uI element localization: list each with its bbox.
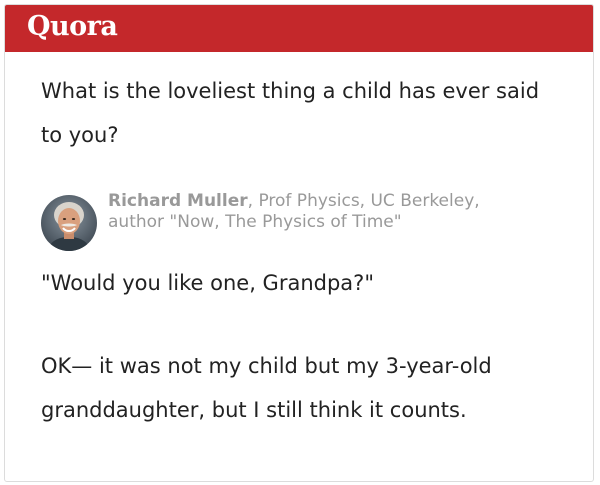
author-credit: Richard Muller, Prof Physics, UC Berkele… (108, 191, 488, 233)
author-avatar[interactable] (41, 195, 97, 251)
author-separator: , (247, 191, 259, 211)
author-name[interactable]: Richard Muller (108, 191, 248, 211)
answer-card: Quora What is the loveliest thing a chil… (4, 4, 594, 482)
quora-header-bar: Quora (5, 5, 593, 52)
avatar-photo-icon (41, 195, 97, 251)
answer-quote: "Would you like one, Grandpa?" (41, 271, 374, 295)
answer-body: OK— it was not my child but my 3-year-ol… (41, 354, 492, 422)
quora-logo[interactable]: Quora (27, 11, 118, 42)
question-title[interactable]: What is the loveliest thing a child has … (41, 69, 561, 157)
